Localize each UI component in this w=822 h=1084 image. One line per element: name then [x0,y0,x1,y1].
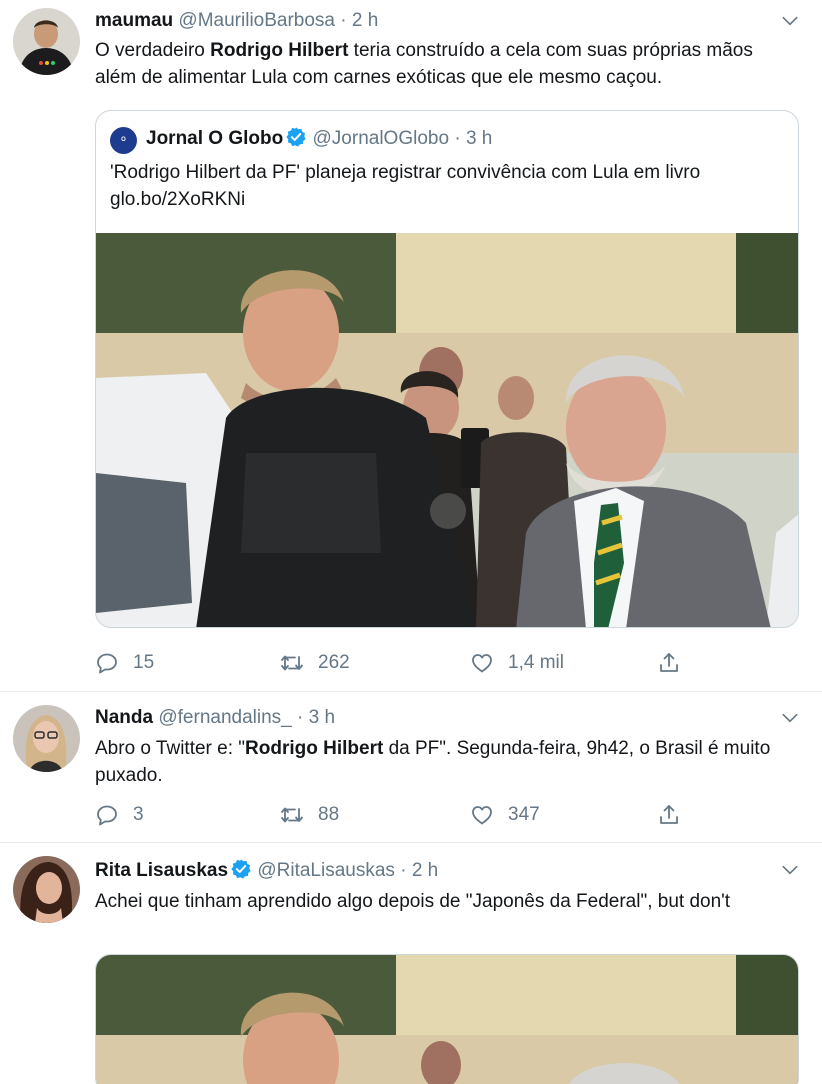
quote-text-line: 'Rodrigo Hilbert da PF' planeja registra… [110,162,701,183]
share-icon [657,803,681,827]
separator-dot: · [297,707,304,728]
retweet-button[interactable]: 262 [280,649,350,677]
like-button[interactable]: 1,4 mil [470,649,564,677]
text-bold: Rodrigo Hilbert [245,738,384,759]
tweet-text: Achei que tinham aprendido algo depois d… [95,891,731,912]
reply-count: 3 [133,804,144,825]
retweet-count: 88 [318,804,340,825]
author-handle[interactable]: @fernandalins_ [158,707,291,728]
retweet-count: 262 [318,652,350,673]
tweet-header: Nanda @fernandalins_ · 3 h [95,706,335,730]
tweet-header: Rita Lisauskas @RitaLisauskas · 2 h [95,858,438,883]
tweet-rita-lisauskas[interactable]: Rita Lisauskas @RitaLisauskas · 2 h Ache… [0,843,822,1084]
tweet-nanda[interactable]: Nanda @fernandalins_ · 3 h Abro o Twitte… [0,692,822,843]
retweet-icon [280,803,304,827]
like-icon [470,803,494,827]
chevron-down-icon[interactable] [780,860,800,880]
chevron-down-icon[interactable] [780,708,800,728]
quote-text: 'Rodrigo Hilbert da PF' planeja registra… [110,159,780,213]
timestamp[interactable]: 3 h [309,707,335,728]
like-icon [470,651,494,675]
share-button[interactable] [657,801,695,829]
author-handle[interactable]: @RitaLisauskas [257,860,395,881]
separator-dot: · [400,860,407,881]
tweet-text: Abro o Twitter e: "Rodrigo Hilbert da PF… [95,735,795,789]
like-count: 1,4 mil [508,652,564,673]
quote-photo[interactable] [96,233,798,627]
avatar[interactable] [13,8,80,75]
timestamp[interactable]: 2 h [352,10,378,31]
avatar[interactable] [13,856,80,923]
share-button[interactable] [657,649,695,677]
retweet-icon [280,651,304,675]
author-name[interactable]: maumau [95,10,173,31]
tweet-header: maumau @MaurilioBarbosa · 2 h [95,9,378,33]
reply-icon [95,803,119,827]
reply-button[interactable]: 15 [95,649,154,677]
quote-header: Jornal O Globo @JornalOGlobo · 3 h [146,126,492,152]
tweet-actions: 15 262 1,4 mil [95,649,695,677]
quote-author-name[interactable]: Jornal O Globo [146,128,283,149]
tweet-text: O verdadeiro Rodrigo Hilbert teria const… [95,37,795,91]
like-count: 347 [508,804,540,825]
share-icon [657,651,681,675]
tweet-actions: 3 88 347 [95,801,695,829]
author-name[interactable]: Nanda [95,707,153,728]
like-button[interactable]: 347 [470,801,540,829]
verified-icon [285,126,307,148]
avatar[interactable] [13,705,80,772]
text-part: O verdadeiro [95,40,211,61]
chevron-down-icon[interactable] [780,11,800,31]
reply-icon [95,651,119,675]
text-bold: Rodrigo Hilbert [210,40,349,61]
quote-link[interactable]: glo.bo/2XoRKNi [110,186,780,213]
verified-icon [230,858,252,880]
tweet-maumau[interactable]: maumau @MaurilioBarbosa · 2 h O verdadei… [0,0,822,692]
quote-timestamp[interactable]: 3 h [466,128,492,149]
quoted-tweet[interactable]: O GLOBO Jornal O Globo @JornalOGlobo · 3… [95,110,799,628]
separator-dot: · [340,10,347,31]
separator-dot: · [454,128,461,149]
timestamp[interactable]: 2 h [412,860,438,881]
text-part: Abro o Twitter e: " [95,738,246,759]
retweet-button[interactable]: 88 [280,801,339,829]
author-name[interactable]: Rita Lisauskas [95,860,228,881]
quote-avatar[interactable]: O GLOBO [110,127,137,170]
quote-author-handle[interactable]: @JornalOGlobo [313,128,450,149]
reply-button[interactable]: 3 [95,801,144,829]
tweet-photo[interactable] [95,954,799,1084]
author-handle[interactable]: @MaurilioBarbosa [178,10,335,31]
reply-count: 15 [133,652,155,673]
